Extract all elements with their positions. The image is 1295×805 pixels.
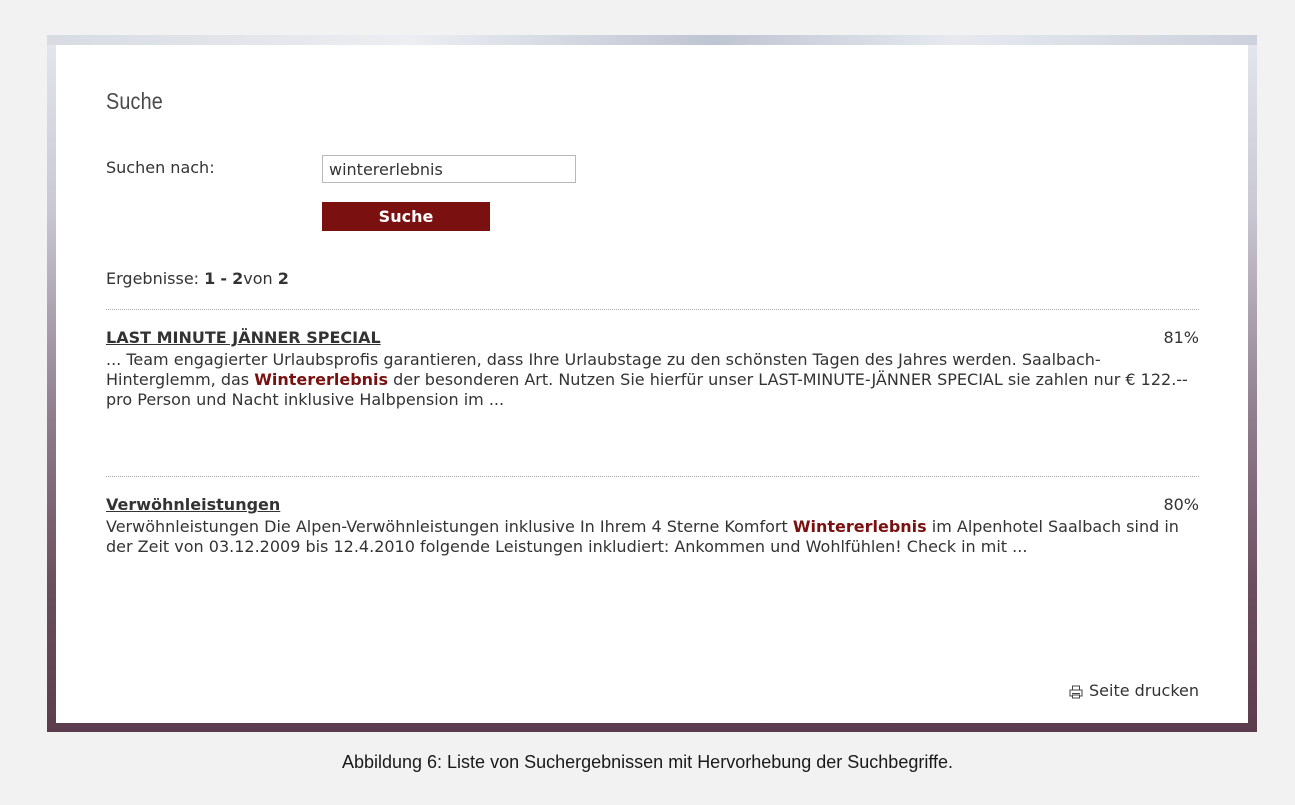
- page-title: Suche: [106, 88, 163, 114]
- search-input[interactable]: [322, 155, 576, 183]
- search-label: Suchen nach:: [106, 158, 215, 177]
- figure-caption: Abbildung 6: Liste von Suchergebnissen m…: [341, 752, 954, 772]
- divider: [106, 476, 1199, 477]
- frame-header-strip: [47, 35, 1257, 45]
- result-score: 81%: [1163, 328, 1199, 347]
- divider: [106, 309, 1199, 310]
- snippet-text: Verwöhnleistungen Die Alpen-Verwöhnleist…: [106, 517, 793, 536]
- snippet-highlight: Wintererlebnis: [254, 370, 389, 389]
- results-count: Ergebnisse: 1 - 2von 2: [106, 269, 289, 288]
- result-title-link[interactable]: LAST MINUTE JÄNNER SPECIAL: [106, 328, 381, 347]
- results-count-prefix: Ergebnisse:: [106, 269, 200, 288]
- result-snippet: ... Team engagierter Urlaubsprofis garan…: [106, 350, 1199, 410]
- result-snippet: Verwöhnleistungen Die Alpen-Verwöhnleist…: [106, 517, 1199, 557]
- print-page-link[interactable]: Seite drucken: [1069, 681, 1199, 700]
- print-page-label: Seite drucken: [1089, 681, 1199, 700]
- results-total: 2: [277, 269, 289, 288]
- printer-icon: [1069, 684, 1083, 698]
- result-score: 80%: [1163, 495, 1199, 514]
- search-button[interactable]: Suche: [322, 202, 490, 231]
- results-range-from: 1: [204, 269, 216, 288]
- snippet-highlight: Wintererlebnis: [792, 517, 927, 536]
- result-title-link[interactable]: Verwöhnleistungen: [106, 495, 280, 514]
- results-range-dash: -: [220, 269, 228, 288]
- results-of-word: von: [243, 269, 273, 288]
- results-range-to: 2: [232, 269, 244, 288]
